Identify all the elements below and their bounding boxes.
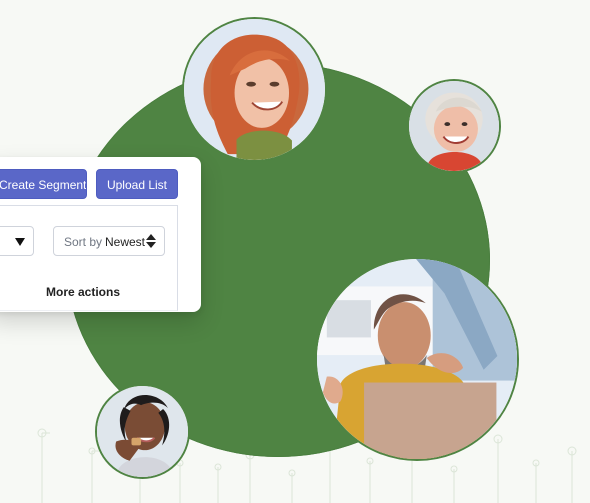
chevron-down-icon [15, 238, 25, 246]
sort-select[interactable]: Sort by Newest [53, 226, 165, 256]
create-segment-button[interactable]: Create Segment [0, 169, 87, 199]
more-actions-button[interactable]: More actions [46, 285, 120, 299]
sort-icon [146, 234, 156, 249]
filter-select[interactable]: pe [0, 226, 34, 256]
upload-list-button[interactable]: Upload List [96, 169, 178, 199]
older-woman-avatar [407, 79, 501, 173]
sort-label: Sort by [64, 235, 103, 249]
segment-actions-panel: Create Segment Upload List pe Sort by Ne… [0, 157, 201, 312]
sort-value: Newest [105, 235, 146, 249]
woman-red-hair-avatar [182, 17, 327, 162]
man-with-laptop-avatar [315, 257, 519, 461]
young-man-eating-avatar [95, 384, 190, 479]
sort-up-icon [146, 234, 156, 240]
sort-down-icon [146, 242, 156, 248]
marketing-hero: Create Segment Upload List pe Sort by Ne… [0, 0, 590, 503]
